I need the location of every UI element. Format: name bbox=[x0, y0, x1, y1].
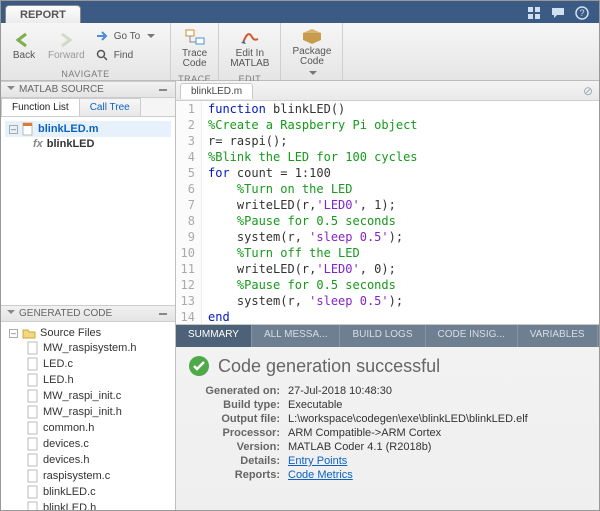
goto-button[interactable]: Go To bbox=[92, 27, 160, 45]
generated-file[interactable]: common.h bbox=[5, 420, 171, 436]
tab-all-messages[interactable]: ALL MESSA... bbox=[252, 325, 341, 347]
generated-file[interactable]: blinkLED.h bbox=[5, 500, 171, 510]
report-body: Code generation successful Generated on:… bbox=[176, 347, 599, 510]
generated-code-header[interactable]: GENERATED CODE bbox=[1, 305, 175, 322]
cfile-icon bbox=[27, 357, 39, 371]
group-navigate: NAVIGATE bbox=[1, 68, 170, 80]
tab-build-logs[interactable]: BUILD LOGS bbox=[340, 325, 425, 347]
tree-folder[interactable]: – Source Files bbox=[5, 326, 171, 340]
generated-file[interactable]: LED.c bbox=[5, 356, 171, 372]
forward-button: Forward bbox=[43, 29, 90, 63]
source-tree[interactable]: – blinkLED.m fx blinkLED bbox=[1, 117, 175, 305]
cfile-icon bbox=[27, 341, 39, 355]
report-row: Output file:L:\workspace\codegen\exe\bli… bbox=[188, 413, 587, 425]
report-row: Version:MATLAB Coder 4.1 (R2018b) bbox=[188, 441, 587, 453]
entry-points-link[interactable]: Entry Points bbox=[288, 455, 347, 467]
report-tabs: SUMMARY ALL MESSA... BUILD LOGS CODE INS… bbox=[176, 325, 599, 347]
help-icon[interactable]: ? bbox=[575, 6, 589, 20]
chevron-down-icon bbox=[309, 71, 317, 79]
tab-call-tree[interactable]: Call Tree bbox=[79, 98, 141, 116]
code-metrics-link[interactable]: Code Metrics bbox=[288, 469, 353, 481]
code-editor[interactable]: 1function blinkLED() 2%Create a Raspberr… bbox=[176, 101, 599, 324]
source-tabs: Function List Call Tree bbox=[1, 98, 175, 117]
cfile-icon bbox=[27, 469, 39, 483]
minimize-icon[interactable] bbox=[159, 313, 167, 315]
chevron-down-icon bbox=[147, 34, 155, 42]
trace-code-button[interactable]: Trace Code bbox=[177, 25, 212, 71]
chat-icon[interactable] bbox=[551, 6, 565, 20]
minus-icon[interactable]: – bbox=[9, 125, 18, 134]
title-bar: REPORT ? bbox=[1, 1, 599, 23]
success-icon bbox=[188, 355, 210, 377]
report-row: Build type:Executable bbox=[188, 399, 587, 411]
tab-code-insights[interactable]: CODE INSIG... bbox=[426, 325, 518, 347]
generated-file[interactable]: MW_raspi_init.h bbox=[5, 404, 171, 420]
edit-matlab-button[interactable]: Edit In MATLAB bbox=[225, 25, 274, 71]
matlab-source-header[interactable]: MATLAB SOURCE bbox=[1, 81, 175, 98]
generated-file[interactable]: devices.h bbox=[5, 452, 171, 468]
package-code-button[interactable]: Package Code bbox=[287, 25, 336, 79]
tab-function-list[interactable]: Function List bbox=[1, 98, 80, 116]
status-text: Code generation successful bbox=[218, 356, 440, 377]
cfile-icon bbox=[27, 421, 39, 435]
cfile-icon bbox=[27, 373, 39, 387]
tree-file-root[interactable]: – blinkLED.m bbox=[5, 121, 171, 137]
tree-fn[interactable]: fx blinkLED bbox=[5, 137, 171, 151]
cfile-icon bbox=[27, 485, 39, 499]
grid-icon[interactable] bbox=[527, 6, 541, 20]
generated-tree[interactable]: – Source Files MW_raspisystem.hLED.cLED.… bbox=[1, 322, 175, 510]
back-button[interactable]: Back bbox=[7, 29, 41, 63]
report-row: Processor:ARM Compatible->ARM Cortex bbox=[188, 427, 587, 439]
tab-summary[interactable]: SUMMARY bbox=[176, 325, 252, 347]
generated-file[interactable]: blinkLED.c bbox=[5, 484, 171, 500]
collapse-icon bbox=[7, 310, 15, 318]
generated-file[interactable]: MW_raspi_init.c bbox=[5, 388, 171, 404]
cfile-icon bbox=[27, 405, 39, 419]
editor-tabstrip: blinkLED.m ⊘ bbox=[176, 81, 599, 101]
svg-text:?: ? bbox=[579, 8, 584, 18]
fx-icon: fx bbox=[33, 138, 43, 150]
generated-file[interactable]: devices.c bbox=[5, 436, 171, 452]
gear-icon[interactable]: ⊘ bbox=[577, 84, 599, 98]
collapse-icon bbox=[7, 86, 15, 94]
generated-file[interactable]: MW_raspisystem.h bbox=[5, 340, 171, 356]
cfile-icon bbox=[27, 437, 39, 451]
toolstrip: Back Forward Go To Find NAV bbox=[1, 23, 599, 81]
editor-tab[interactable]: blinkLED.m bbox=[180, 83, 253, 99]
generated-file[interactable]: raspisystem.c bbox=[5, 468, 171, 484]
mfile-icon bbox=[22, 122, 34, 136]
cfile-icon bbox=[27, 453, 39, 467]
folder-icon bbox=[22, 327, 36, 339]
minus-icon[interactable]: – bbox=[9, 329, 18, 338]
report-row: Generated on:27-Jul-2018 10:48:30 bbox=[188, 385, 587, 397]
minimize-icon[interactable] bbox=[159, 89, 167, 91]
app-tab-report[interactable]: REPORT bbox=[5, 5, 81, 23]
cfile-icon bbox=[27, 501, 39, 510]
tab-variables[interactable]: VARIABLES bbox=[518, 325, 598, 347]
cfile-icon bbox=[27, 389, 39, 403]
generated-file[interactable]: LED.h bbox=[5, 372, 171, 388]
find-button[interactable]: Find bbox=[92, 46, 160, 64]
